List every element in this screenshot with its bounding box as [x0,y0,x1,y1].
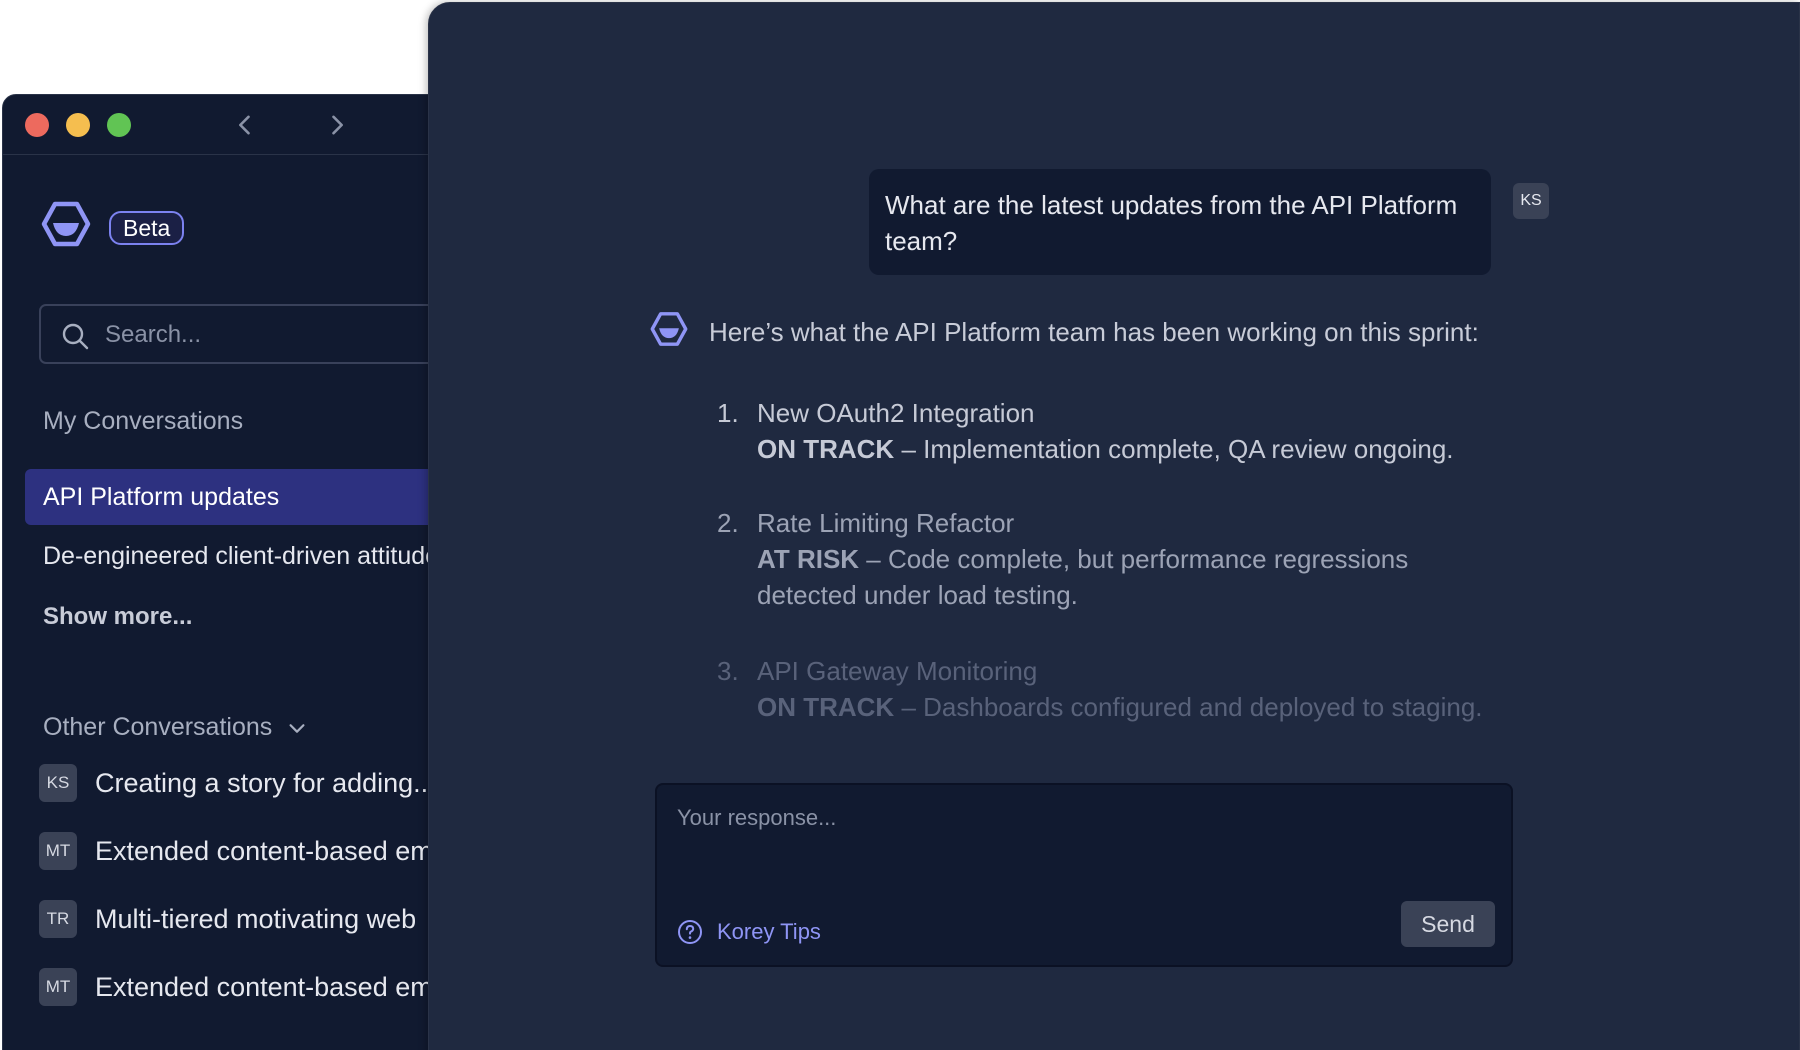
status-label: AT RISK [757,544,860,574]
other-conversation-item[interactable]: MT Extended content-based emulation [39,965,482,1009]
korey-tips-link[interactable]: Korey Tips [677,919,821,945]
update-title: Rate Limiting Refactor [757,508,1015,538]
conversation-label: Extended content-based emulation [95,971,482,1002]
avatar: MT [39,832,77,870]
chat-window: What are the latest updates from the API… [428,2,1800,1050]
update-description: – Implementation complete, QA review ong… [894,434,1454,464]
show-more-link[interactable]: Show more... [43,603,192,631]
other-conversations-heading[interactable]: Other Conversations [43,713,308,742]
assistant-logo-icon [650,312,688,346]
conversation-item[interactable]: De-engineered client-driven attitude [43,542,481,571]
maximize-window-button[interactable] [107,113,131,137]
update-number: 3. [717,656,739,686]
other-conversation-item[interactable]: MT Extended content-based emulation [39,829,482,873]
beta-badge: Beta [109,211,185,245]
assistant-intro-text: Here’s what the API Platform team has be… [709,317,1479,347]
search-box[interactable] [39,304,481,364]
status-label: ON TRACK [757,692,895,722]
other-conversations-label: Other Conversations [43,713,273,741]
update-description: – Dashboards configured and deployed to … [894,692,1483,722]
avatar: TR [39,900,77,938]
close-window-button[interactable] [25,113,49,137]
response-input[interactable] [677,805,1477,895]
other-conversation-item[interactable]: TR Multi-tiered motivating web [39,897,481,941]
conversation-label: Creating a story for adding... [95,767,436,798]
question-circle-icon [678,920,702,944]
conversation-label: Multi-tiered motivating web [95,903,417,934]
avatar: MT [39,968,77,1006]
update-detail: ON TRACK – Implementation complete, QA r… [757,431,1497,467]
update-number: 2. [717,508,739,538]
avatar: KS [1513,183,1549,219]
sidebar-window: Beta My Conversations API Platform updat… [2,94,482,1050]
update-item: 1. New OAuth2 Integration ON TRACK – Imp… [717,395,1497,467]
hexagon-logo-icon [41,201,91,247]
update-item: 3. API Gateway Monitoring ON TRACK – Das… [717,653,1497,725]
update-item: 2. Rate Limiting Refactor AT RISK – Code… [717,505,1497,613]
conversation-item-active[interactable]: API Platform updates [25,469,481,525]
chevron-right-icon[interactable] [323,111,351,139]
avatar: KS [39,764,77,802]
chevron-left-icon[interactable] [231,111,259,139]
update-detail: ON TRACK – Dashboards configured and dep… [757,689,1497,725]
update-number: 1. [717,398,739,428]
window-titlebar [3,95,481,155]
search-input[interactable] [105,318,465,352]
tips-label: Korey Tips [717,919,821,944]
my-conversations-heading: My Conversations [43,407,244,435]
update-detail: AT RISK – Code complete, but performance… [757,541,1497,613]
send-button[interactable]: Send [1401,901,1495,947]
chevron-down-icon[interactable] [286,717,308,739]
other-conversation-item[interactable]: KS Creating a story for adding... [39,761,481,805]
status-label: ON TRACK [757,434,895,464]
update-title: API Gateway Monitoring [757,656,1038,686]
screen: Beta My Conversations API Platform updat… [0,0,1800,1050]
minimize-window-button[interactable] [66,113,90,137]
user-message-bubble: What are the latest updates from the API… [869,169,1491,275]
update-title: New OAuth2 Integration [757,398,1035,428]
search-icon [62,323,89,350]
response-composer: Korey Tips Send [655,783,1513,967]
conversation-label: Extended content-based emulation [95,835,482,866]
